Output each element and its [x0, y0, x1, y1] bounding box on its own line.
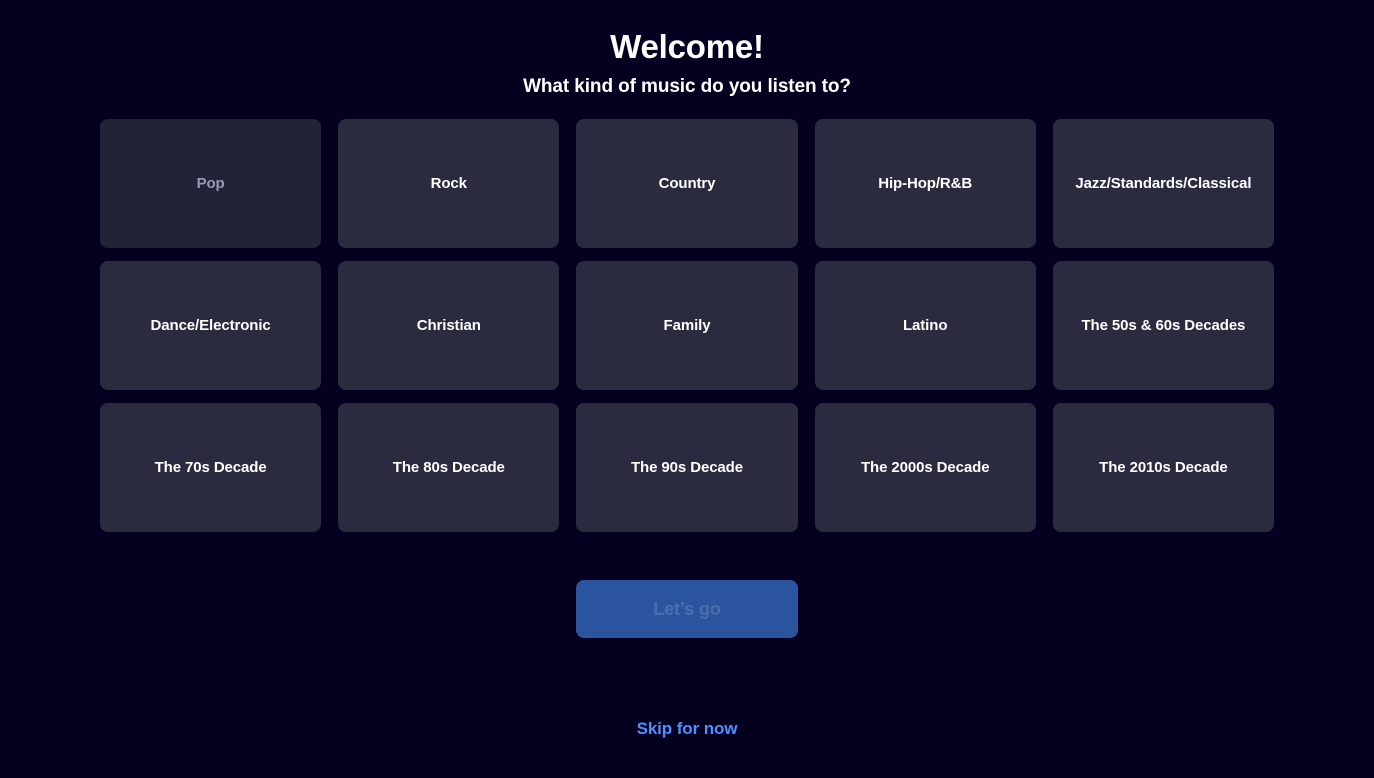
- genre-card-label: Rock: [430, 174, 467, 192]
- genre-card[interactable]: The 2000s Decade: [814, 403, 1036, 532]
- genre-card[interactable]: The 50s & 60s Decades: [1052, 261, 1274, 390]
- action-area: Let’s go Skip for now: [576, 580, 798, 743]
- genre-card[interactable]: Dance/Electronic: [100, 261, 322, 390]
- genre-card-label: The 2010s Decade: [1099, 458, 1228, 476]
- genre-card[interactable]: Rock: [338, 119, 560, 248]
- genre-card-label: Pop: [196, 174, 225, 192]
- genre-card[interactable]: The 70s Decade: [100, 403, 322, 532]
- genre-card-label: The 90s Decade: [630, 458, 743, 476]
- lets-go-label: Let’s go: [653, 598, 721, 619]
- genre-card-label: Jazz/Standards/Classical: [1075, 174, 1252, 192]
- genre-card[interactable]: Country: [576, 119, 798, 248]
- genre-card[interactable]: Latino: [814, 261, 1036, 390]
- genre-card[interactable]: The 90s Decade: [576, 403, 798, 532]
- genre-card-label: Country: [658, 174, 716, 192]
- genre-card-label: Dance/Electronic: [150, 316, 271, 334]
- genre-card-label: Latino: [902, 316, 948, 334]
- onboarding-screen: Welcome! What kind of music do you liste…: [0, 0, 1374, 778]
- genre-card-label: Family: [663, 316, 711, 334]
- genre-card-label: The 80s Decade: [392, 458, 505, 476]
- lets-go-button[interactable]: Let’s go: [576, 580, 798, 638]
- genre-card-label: The 50s & 60s Decades: [1081, 316, 1246, 334]
- genre-card-label: Christian: [416, 316, 481, 334]
- genre-card[interactable]: The 2010s Decade: [1052, 403, 1274, 532]
- page-subtitle: What kind of music do you listen to?: [523, 76, 851, 97]
- genre-card-label: Hip-Hop/R&B: [878, 174, 973, 192]
- header: Welcome! What kind of music do you liste…: [0, 0, 1374, 100]
- page-title: Welcome!: [610, 28, 764, 65]
- genre-card[interactable]: Pop: [100, 119, 322, 248]
- genre-card[interactable]: Family: [576, 261, 798, 390]
- skip-for-now-link[interactable]: Skip for now: [631, 715, 744, 743]
- genre-card[interactable]: Christian: [338, 261, 560, 390]
- genre-card-label: The 2000s Decade: [860, 458, 990, 476]
- genre-card[interactable]: Jazz/Standards/Classical: [1052, 119, 1274, 248]
- genre-card[interactable]: Hip-Hop/R&B: [814, 119, 1036, 248]
- genre-card[interactable]: The 80s Decade: [338, 403, 560, 532]
- genre-card-label: The 70s Decade: [154, 458, 267, 476]
- genre-grid: Pop Rock Country Hip-Hop/R&B Jazz/Standards/…: [100, 119, 1274, 532]
